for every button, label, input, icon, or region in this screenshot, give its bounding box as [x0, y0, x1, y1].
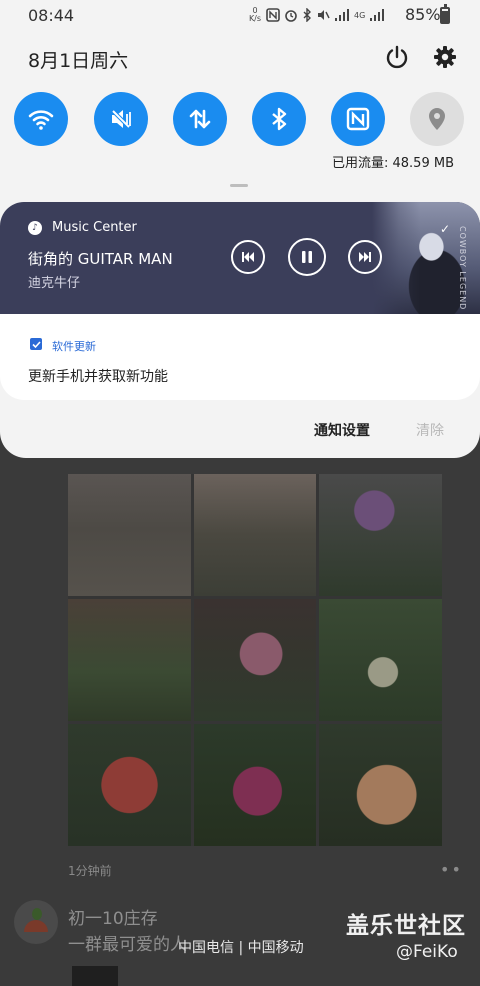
media-notification[interactable]: ♪ Music Center ✓ 街角的 GUITAR MAN 迪克牛仔 [0, 202, 480, 314]
photo-grid [68, 474, 442, 846]
post-thumbnail[interactable] [72, 966, 118, 986]
drag-handle[interactable] [230, 184, 248, 187]
status-icons: 0 K/s 4G [248, 6, 385, 24]
power-icon [386, 45, 408, 69]
photo-thumbnail[interactable] [193, 474, 317, 596]
bluetooth-toggle[interactable] [252, 92, 306, 146]
notification-app-name: 软件更新 [52, 340, 96, 353]
media-app-name: Music Center [52, 220, 137, 235]
previous-button[interactable] [231, 240, 265, 274]
music-note-icon: ♪ [28, 221, 42, 235]
pause-icon [302, 251, 312, 263]
post-username[interactable]: 初一10庄存 [68, 904, 158, 929]
gear-icon [434, 46, 456, 68]
song-artist: 迪克牛仔 [28, 276, 81, 291]
software-update-notification[interactable]: 软件更新 更新手机并获取新功能 [0, 314, 480, 400]
location-toggle[interactable] [410, 92, 464, 146]
nfc-toggle[interactable] [331, 92, 385, 146]
album-art-caption: COWBOY LEGEND [458, 226, 467, 311]
pause-button[interactable] [288, 238, 326, 276]
notification-shade: 08:44 0 K/s 4G 85% 8月1日周六 已用流量: 48.59 MB… [0, 0, 480, 458]
mute-status-icon [318, 10, 330, 20]
nfc-icon [346, 107, 370, 131]
net-speed-unit: K/s [248, 14, 262, 23]
bluetooth-icon [272, 107, 287, 131]
photo-thumbnail[interactable] [319, 474, 442, 596]
bluetooth-status-icon [303, 8, 311, 22]
wifi-icon [28, 110, 54, 130]
post-text: 一群最可爱的人 [68, 935, 187, 955]
mobile-data-toggle[interactable] [173, 92, 227, 146]
next-icon [359, 252, 371, 262]
signal-4g-label: 4G [354, 10, 366, 20]
battery-icon [440, 4, 450, 24]
more-options-icon[interactable]: •• [440, 860, 463, 879]
watermark-handle: @FeiKo [396, 942, 458, 962]
quick-toggles [14, 92, 466, 146]
update-check-icon [30, 338, 42, 350]
data-arrows-icon [189, 109, 211, 129]
power-button[interactable] [384, 44, 410, 70]
expand-chevron-icon[interactable]: ✓ [440, 222, 450, 236]
avatar-leaf-shape [32, 908, 42, 920]
post-time: 1分钟前 [68, 864, 112, 878]
mute-icon [111, 109, 131, 129]
photo-thumbnail[interactable] [68, 724, 191, 846]
photo-thumbnail[interactable] [68, 474, 191, 596]
alarm-icon [285, 10, 297, 22]
panel-date: 8月1日周六 [28, 50, 129, 72]
previous-icon [242, 252, 254, 262]
carrier-label: 中国电信 | 中国移动 [178, 940, 304, 956]
clear-button[interactable]: 清除 [416, 420, 444, 440]
wifi-toggle[interactable] [14, 92, 68, 146]
photo-thumbnail[interactable] [319, 724, 442, 846]
song-title: 街角的 GUITAR MAN [28, 250, 173, 268]
status-bar: 08:44 0 K/s 4G 85% [0, 0, 480, 30]
signal-icon-2 [370, 9, 385, 21]
status-time: 08:44 [28, 6, 75, 25]
photo-thumbnail[interactable] [193, 724, 317, 846]
avatar[interactable] [14, 900, 58, 944]
signal-icon [335, 9, 349, 21]
notification-text: 更新手机并获取新功能 [28, 369, 168, 385]
photo-thumbnail[interactable] [319, 599, 442, 721]
photo-thumbnail[interactable] [193, 599, 317, 721]
next-button[interactable] [348, 240, 382, 274]
sound-toggle[interactable] [94, 92, 148, 146]
data-usage-label[interactable]: 已用流量: 48.59 MB [332, 152, 454, 171]
notification-settings-button[interactable]: 通知设置 [314, 420, 370, 440]
photo-thumbnail[interactable] [68, 599, 191, 721]
net-speed-indicator: 0 K/s [248, 7, 262, 23]
avatar-sun-shape [24, 920, 48, 932]
watermark-title: 盖乐世社区 [346, 913, 466, 939]
settings-button[interactable] [432, 44, 458, 70]
location-icon [429, 108, 445, 130]
nfc-status-icon [266, 8, 280, 22]
battery-percent: 85% [405, 5, 441, 24]
